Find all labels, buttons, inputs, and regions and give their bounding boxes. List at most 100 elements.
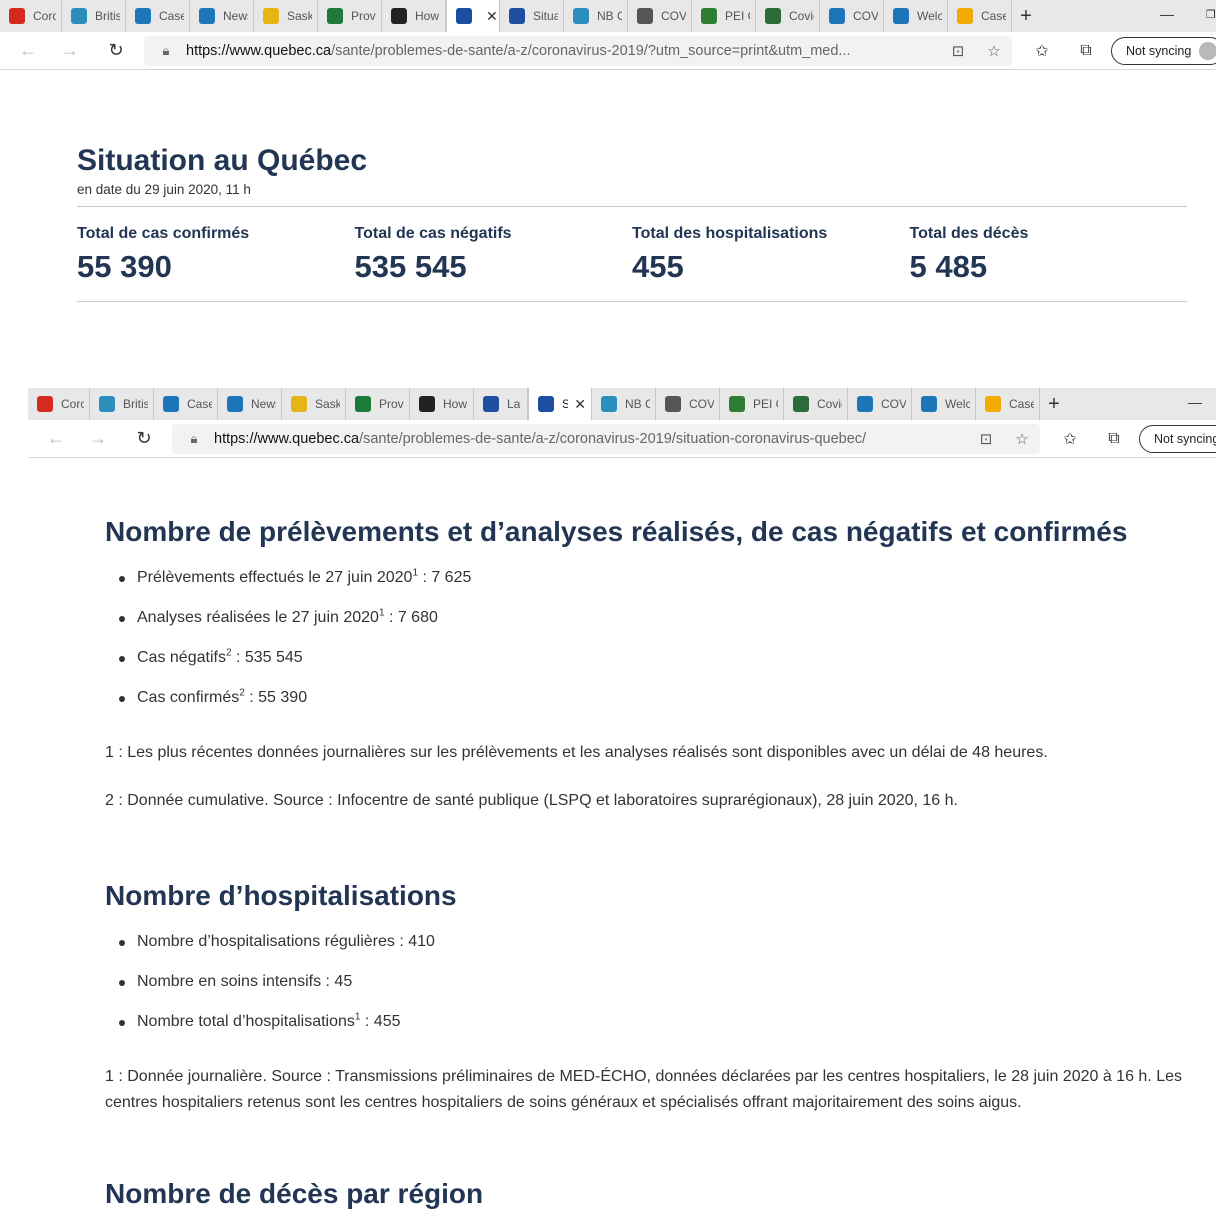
stat-label: Total des décès xyxy=(909,225,1029,242)
forward-button[interactable]: → xyxy=(76,420,120,458)
tab-12[interactable]: Covic xyxy=(756,0,820,32)
tab-11[interactable]: PEI C xyxy=(692,0,756,32)
tab-label: Saska xyxy=(315,397,340,411)
stats-row: Total de cas confirmés 55 390 Total de c… xyxy=(77,207,1187,301)
page-content: Nombre de prélèvements et d’analyses réa… xyxy=(105,512,1205,1214)
tab-8[interactable]: Situat xyxy=(500,0,564,32)
item-text: Nombre total d’hospitalisations xyxy=(137,1013,355,1030)
collections-icon[interactable]: ⧉ xyxy=(1071,36,1101,66)
restore-icon[interactable]: ❐ xyxy=(1206,0,1216,28)
favorite-star-icon[interactable]: ☆ xyxy=(1004,430,1040,448)
nunavut-icon xyxy=(957,8,973,24)
tab-6[interactable]: How xyxy=(382,0,446,32)
read-aloud-icon[interactable]: ⊡ xyxy=(968,430,1004,448)
tab-15[interactable]: Case xyxy=(976,388,1040,420)
tab-14[interactable]: Welc xyxy=(912,388,976,420)
tab-12[interactable]: Covic xyxy=(784,388,848,420)
forward-button[interactable]: → xyxy=(48,32,92,70)
tab-label: Welc xyxy=(945,397,970,411)
profile-sync-button[interactable]: Not syncing xyxy=(1139,425,1216,453)
minimize-icon[interactable]: — xyxy=(1160,0,1174,28)
nb-covid-icon xyxy=(573,8,589,24)
nunavut-icon xyxy=(985,396,1001,412)
yukon-icon xyxy=(857,396,873,412)
situation-date: en date du 29 juin 2020, 11 h xyxy=(77,182,251,197)
tab-label: News xyxy=(251,397,276,411)
tab-4[interactable]: Saska xyxy=(254,0,318,32)
nl-globe-icon xyxy=(765,8,781,24)
new-tab-button[interactable]: + xyxy=(1012,0,1040,32)
url-path: /sante/problemes-de-sante/a-z/coronaviru… xyxy=(359,431,867,447)
favorite-star-icon[interactable]: ☆ xyxy=(976,42,1012,60)
quebec-flag-icon xyxy=(509,8,525,24)
tab-6[interactable]: How xyxy=(410,388,474,420)
stat-value: 55 390 xyxy=(77,249,172,284)
tab-7[interactable]: L✕ xyxy=(446,0,500,32)
tab-8[interactable]: S✕ xyxy=(528,388,592,420)
tab-14[interactable]: Welc xyxy=(884,0,948,32)
favorites-list-icon[interactable]: ✩ xyxy=(1055,424,1085,454)
section-heading-deaths: Nombre de décès par région xyxy=(105,1178,484,1209)
close-tab-icon[interactable]: ✕ xyxy=(574,396,586,413)
tests-list: Prélèvements effectués le 27 juin 20201 … xyxy=(105,566,1205,710)
tab-7[interactable]: La ma xyxy=(474,388,528,420)
tab-label: COVI xyxy=(661,9,686,23)
new-tab-button[interactable]: + xyxy=(1040,388,1068,420)
tab-1[interactable]: Britisl xyxy=(90,388,154,420)
address-bar[interactable]: 🔒︎ https://www.quebec.ca/sante/problemes… xyxy=(172,424,1040,454)
tab-5[interactable]: Provi xyxy=(346,388,410,420)
situation-panel: Situation au Québec en date du 29 juin 2… xyxy=(77,142,1187,302)
address-bar[interactable]: 🔒︎ https://www.quebec.ca/sante/problemes… xyxy=(144,36,1012,66)
back-button[interactable]: ← xyxy=(6,32,50,70)
tab-13[interactable]: COVI xyxy=(820,0,884,32)
tab-0[interactable]: Coro xyxy=(0,0,62,32)
url-text[interactable]: https://www.quebec.ca/sante/problemes-de… xyxy=(214,431,968,447)
back-button[interactable]: ← xyxy=(34,420,78,458)
tab-5[interactable]: Provi xyxy=(318,0,382,32)
reload-button[interactable]: ↻ xyxy=(122,420,166,458)
ns-icon xyxy=(637,8,653,24)
quebec-flag-icon xyxy=(456,8,472,24)
tab-label: Cases xyxy=(159,9,184,23)
tab-3[interactable]: News xyxy=(190,0,254,32)
lock-icon: 🔒︎ xyxy=(162,43,170,58)
url-host: https://www.quebec.ca xyxy=(214,431,360,447)
tab-4[interactable]: Saska xyxy=(282,388,346,420)
ontario-icon xyxy=(391,8,407,24)
close-tab-icon[interactable]: ✕ xyxy=(486,8,498,25)
tab-0[interactable]: Coro xyxy=(28,388,90,420)
back-arrow-icon: ← xyxy=(47,428,65,448)
tab-label: NB C xyxy=(597,9,622,23)
canada-flag-icon xyxy=(37,396,53,412)
forward-arrow-icon: → xyxy=(89,428,107,448)
tab-9[interactable]: NB C xyxy=(592,388,656,420)
tab-13[interactable]: COVI xyxy=(848,388,912,420)
nb-covid-icon xyxy=(601,396,617,412)
tab-2[interactable]: Cases xyxy=(154,388,218,420)
collections-icon[interactable]: ⧉ xyxy=(1099,424,1129,454)
tab-11[interactable]: PEI C xyxy=(720,388,784,420)
tab-3[interactable]: News xyxy=(218,388,282,420)
alberta-chart-icon xyxy=(199,8,215,24)
minimize-icon[interactable]: — xyxy=(1188,388,1202,416)
hospitalisations-list: Nombre d’hospitalisations régulières : 4… xyxy=(105,930,1205,1034)
tab-list: CoroBritislCases News Saska ProviHowLa maS✕… xyxy=(28,388,1040,420)
yukon-icon xyxy=(829,8,845,24)
profile-sync-button[interactable]: Not syncing xyxy=(1111,37,1216,65)
tab-2[interactable]: Cases xyxy=(126,0,190,32)
reload-button[interactable]: ↻ xyxy=(94,32,138,70)
footnote-2: 2 : Donnée cumulative. Source : Infocent… xyxy=(105,792,958,809)
tab-15[interactable]: Case xyxy=(948,0,1012,32)
tab-label: Covic xyxy=(817,397,842,411)
read-aloud-icon[interactable]: ⊡ xyxy=(940,42,976,60)
url-text[interactable]: https://www.quebec.ca/sante/problemes-de… xyxy=(186,43,940,59)
tab-label: Covic xyxy=(789,9,814,23)
tab-10[interactable]: COVI xyxy=(656,388,720,420)
tab-9[interactable]: NB C xyxy=(564,0,628,32)
favorites-list-icon[interactable]: ✩ xyxy=(1027,36,1057,66)
section-heading-tests: Nombre de prélèvements et d’analyses réa… xyxy=(105,516,1128,547)
sync-label: Not syncing xyxy=(1154,432,1216,446)
tab-10[interactable]: COVI xyxy=(628,0,692,32)
tab-1[interactable]: Britisl xyxy=(62,0,126,32)
stat-value: 535 545 xyxy=(354,249,467,284)
